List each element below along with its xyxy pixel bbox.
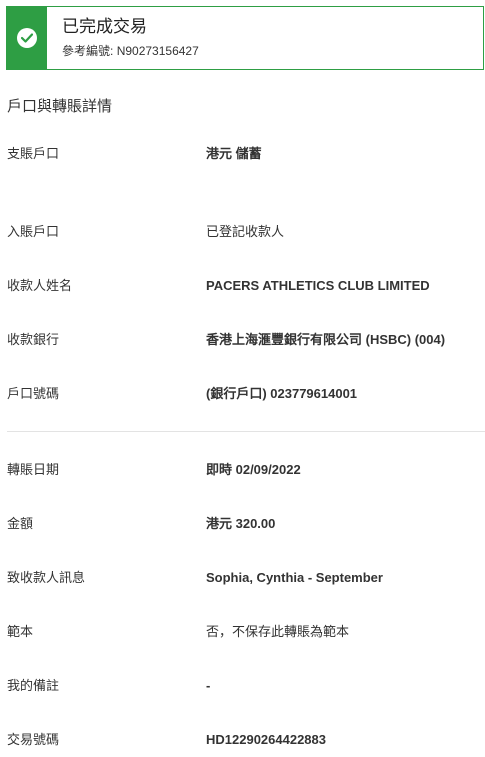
transfer-date-value: 即時 02/09/2022 — [206, 462, 301, 477]
account-number-value: (銀行戶口) 023779614001 — [206, 386, 358, 401]
reference-label: 參考編號: — [62, 44, 114, 58]
payee-name-value: PACERS ATHLETICS CLUB LIMITED — [206, 278, 430, 293]
amount-label: 金額 — [7, 516, 34, 531]
my-note-value: - — [206, 678, 211, 693]
transfer-date-label: 轉賬日期 — [7, 462, 60, 477]
my-note-label: 我的備註 — [7, 678, 60, 693]
to-account-label: 入賬戶口 — [7, 224, 60, 239]
reference-line: 參考編號: N90273156427 — [62, 42, 199, 59]
success-banner: 已完成交易 參考編號: N90273156427 — [6, 6, 484, 70]
payee-bank-value: 香港上海滙豐銀行有限公司 (HSBC) (004) — [206, 332, 446, 347]
payee-name-label: 收款人姓名 — [7, 278, 73, 293]
payee-bank-label: 收款銀行 — [7, 332, 60, 347]
from-account-value: 港元 儲蓄 — [206, 146, 262, 161]
template-value: 否，不保存此轉賬為範本 — [206, 624, 350, 639]
from-account-label: 支賬戶口 — [7, 146, 60, 161]
to-account-value: 已登記收款人 — [206, 224, 285, 239]
banner-title: 已完成交易 — [62, 17, 147, 36]
amount-value: 港元 320.00 — [206, 516, 276, 531]
message-value: Sophia, Cynthia - September — [206, 570, 383, 585]
transaction-number-label: 交易號碼 — [7, 732, 60, 747]
reference-number: N90273156427 — [116, 44, 199, 58]
template-label: 範本 — [7, 624, 34, 639]
section-title: 戶口與轉賬詳情 — [7, 98, 113, 115]
transfer-confirmation-page: 已完成交易 參考編號: N90273156427 戶口與轉賬詳情 支賬戶口 港元… — [0, 0, 485, 757]
checkmark-icon — [17, 28, 37, 48]
account-number-label: 戶口號碼 — [7, 386, 60, 401]
success-indicator — [7, 7, 47, 69]
message-label: 致收款人訊息 — [7, 570, 86, 585]
transaction-number-value: HD12290264422883 — [206, 732, 326, 747]
section-divider — [7, 431, 485, 432]
